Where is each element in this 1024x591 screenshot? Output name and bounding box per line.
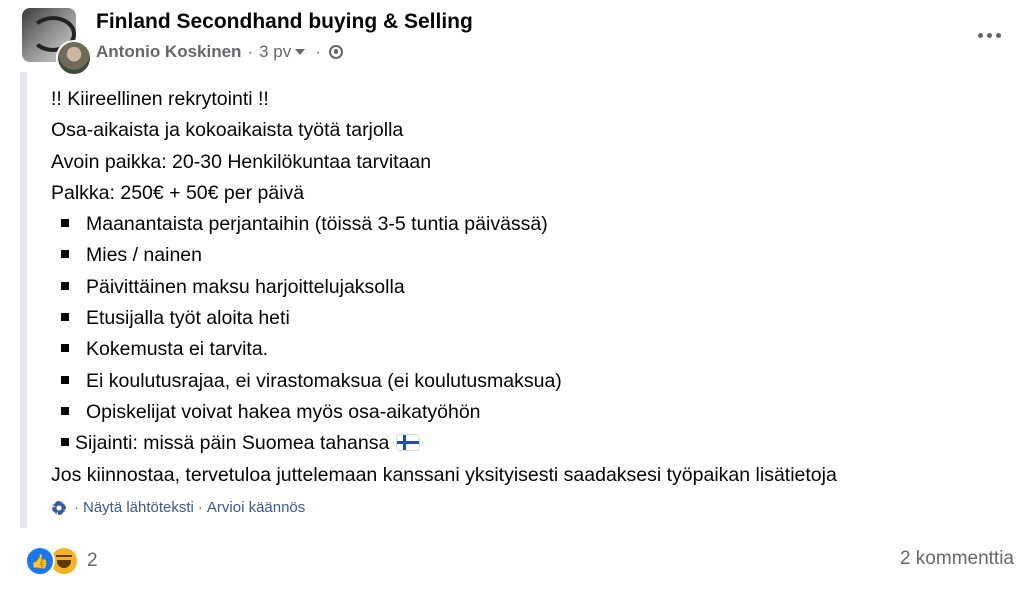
bullet-text: Mies / nainen [86,244,202,267]
bullet-text: Opiskelijat voivat hakea myös osa-aikaty… [86,400,481,423]
bullet-text: Sijainti: missä päin Suomea tahansa [75,432,390,455]
bullet-item: Mies / nainen [51,240,837,271]
bullet-item: Sijainti: missä päin Suomea tahansa [51,428,837,459]
avatar-group[interactable] [22,8,92,76]
more-dot-icon [986,32,992,38]
post-closing-line: Jos kiinnostaa, tervetuloa juttelemaan k… [51,463,837,486]
bullet-square-icon [61,312,69,321]
bullet-item: Opiskelijat voivat hakea myös osa-aikaty… [51,397,837,428]
bullet-item: Ei koulutusrajaa, ei virastomaksua (ei k… [51,366,837,397]
bullet-text: Etusijalla työt aloita heti [86,307,290,330]
translation-bar: · Näytä lähtöteksti · Arvioi käännös [52,499,305,516]
translation-separator-2: · [197,499,203,516]
bullet-text: Päivittäinen maksu harjoittelujaksolla [86,275,405,298]
post-line: Avoin paikka: 20-30 Henkilökuntaa tarvit… [51,150,432,173]
meta-separator: · [247,42,254,61]
quote-bar [20,72,27,528]
bullet-item: Etusijalla työt aloita heti [51,303,837,334]
chevron-down-icon[interactable] [295,49,306,55]
post-line: !! Kiireellinen rekrytointi !! [51,88,269,110]
post-time-link[interactable]: 3 pv [259,42,291,62]
user-avatar[interactable] [56,40,92,76]
comments-count-link[interactable]: 2 kommenttia [900,548,1014,570]
translation-separator: · [74,499,79,516]
group-name-link[interactable]: Finland Secondhand buying & Selling [96,10,473,34]
finland-flag-icon [397,434,420,450]
more-options-button[interactable] [972,22,1006,48]
post-line: Palkka: 250€ + 50€ per päivä [51,181,305,204]
bullet-square-icon [61,219,69,228]
more-dot-icon [977,32,983,38]
post-meta: Antonio Koskinen · 3 pv · [96,42,343,62]
bullet-square-icon [61,344,69,353]
bullet-item: Maanantaista perjantaihin (töissä 3-5 tu… [51,209,837,240]
rate-translation-link[interactable]: Arvioi käännös [207,499,305,516]
more-dot-icon [995,32,1001,38]
post-text: !! Kiireellinen rekrytointi !! Osa-aikai… [51,84,837,491]
bullet-text: Maanantaista perjantaihin (töissä 3-5 tu… [86,213,548,236]
show-original-link[interactable]: Näytä lähtöteksti [83,499,194,516]
author-name-link[interactable]: Antonio Koskinen [96,42,241,62]
globe-icon[interactable] [328,45,343,59]
bullet-square-icon [61,438,69,447]
gear-icon[interactable] [52,500,66,515]
reactions-summary[interactable]: 👍 2 [25,546,98,576]
bullet-square-icon [61,406,69,415]
meta-separator-2: · [315,42,321,61]
bullet-item: Päivittäinen maksu harjoittelujaksolla [51,272,837,303]
post-line: Osa-aikaista ja kokoaikaista työtä tarjo… [51,119,404,142]
bullet-square-icon [61,281,69,290]
bullet-square-icon [61,375,69,384]
post-card: Finland Secondhand buying & Selling Anto… [0,0,1024,591]
bullet-square-icon [61,250,69,259]
reaction-count[interactable]: 2 [87,550,98,572]
bullet-text: Ei koulutusrajaa, ei virastomaksua (ei k… [86,369,562,392]
bullet-text: Kokemusta ei tarvita. [86,338,269,361]
bullet-item: Kokemusta ei tarvita. [51,334,837,365]
like-icon[interactable]: 👍 [25,546,55,576]
